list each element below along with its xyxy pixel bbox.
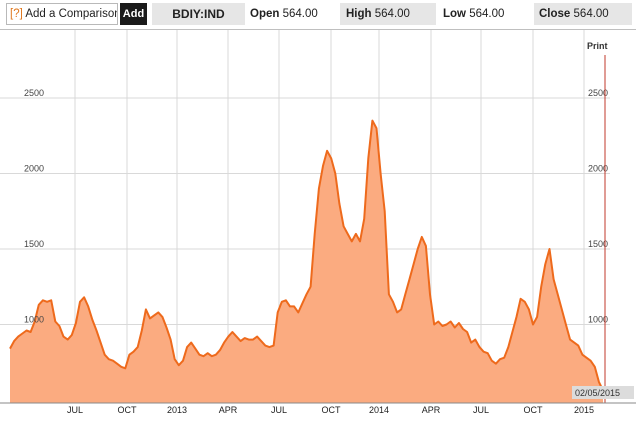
help-icon[interactable]: [?] xyxy=(10,8,23,20)
x-tick-label: OCT xyxy=(322,405,342,415)
price-chart[interactable]: 1000 10001500 15002000 20002500 2500 JUL OCT 2… xyxy=(0,30,636,422)
add-button[interactable]: Add xyxy=(120,3,147,25)
date-badge: 02/05/2015 xyxy=(572,386,634,399)
y-tick-label-left: 2500 xyxy=(24,88,44,98)
add-comparison-text: Add a Comparison xyxy=(25,8,118,20)
high-value: 564.00 xyxy=(374,8,410,20)
high-label: High xyxy=(346,8,372,20)
x-tick-label: JUL xyxy=(473,405,489,415)
high-stat: High 564.00 xyxy=(340,3,436,25)
x-tick-label: OCT xyxy=(118,405,138,415)
y-tick-label-left: 1500 xyxy=(24,239,44,249)
x-tick-label: 2015 xyxy=(574,405,594,415)
x-tick-label: APR xyxy=(422,405,441,415)
x-tick-label: JUL xyxy=(67,405,83,415)
print-button[interactable]: Print xyxy=(587,41,608,51)
open-label: Open xyxy=(250,8,280,20)
chart-toolbar: [?] Add a Comparison Add BDIY:IND Open 5… xyxy=(0,0,636,28)
ticker-symbol: BDIY:IND xyxy=(152,3,245,25)
close-stat: Close 564.00 xyxy=(534,3,632,25)
price-area xyxy=(10,120,603,403)
low-stat: Low 564.00 xyxy=(441,3,529,25)
low-label: Low xyxy=(443,8,466,20)
x-tick-label: JUL xyxy=(271,405,287,415)
close-value: 564.00 xyxy=(573,8,609,20)
low-value: 564.00 xyxy=(469,8,505,20)
horizontal-gridlines xyxy=(0,97,610,325)
x-axis-labels: JUL OCT 2013 APR JUL OCT 2014 APR JUL OCT 2015 xyxy=(67,405,594,415)
x-tick-label: 2014 xyxy=(369,405,389,415)
x-tick-label: APR xyxy=(219,405,238,415)
date-badge-text: 02/05/2015 xyxy=(575,388,620,398)
close-label: Close xyxy=(539,8,571,20)
y-tick-label-left: 2000 xyxy=(24,163,44,173)
x-tick-label: 2013 xyxy=(167,405,187,415)
y-tick-label-left: 1000 xyxy=(24,314,44,324)
open-stat: Open 564.00 xyxy=(250,3,335,25)
x-tick-label: OCT xyxy=(524,405,544,415)
add-comparison-input[interactable]: [?] Add a Comparison xyxy=(6,3,118,25)
open-value: 564.00 xyxy=(282,8,318,20)
